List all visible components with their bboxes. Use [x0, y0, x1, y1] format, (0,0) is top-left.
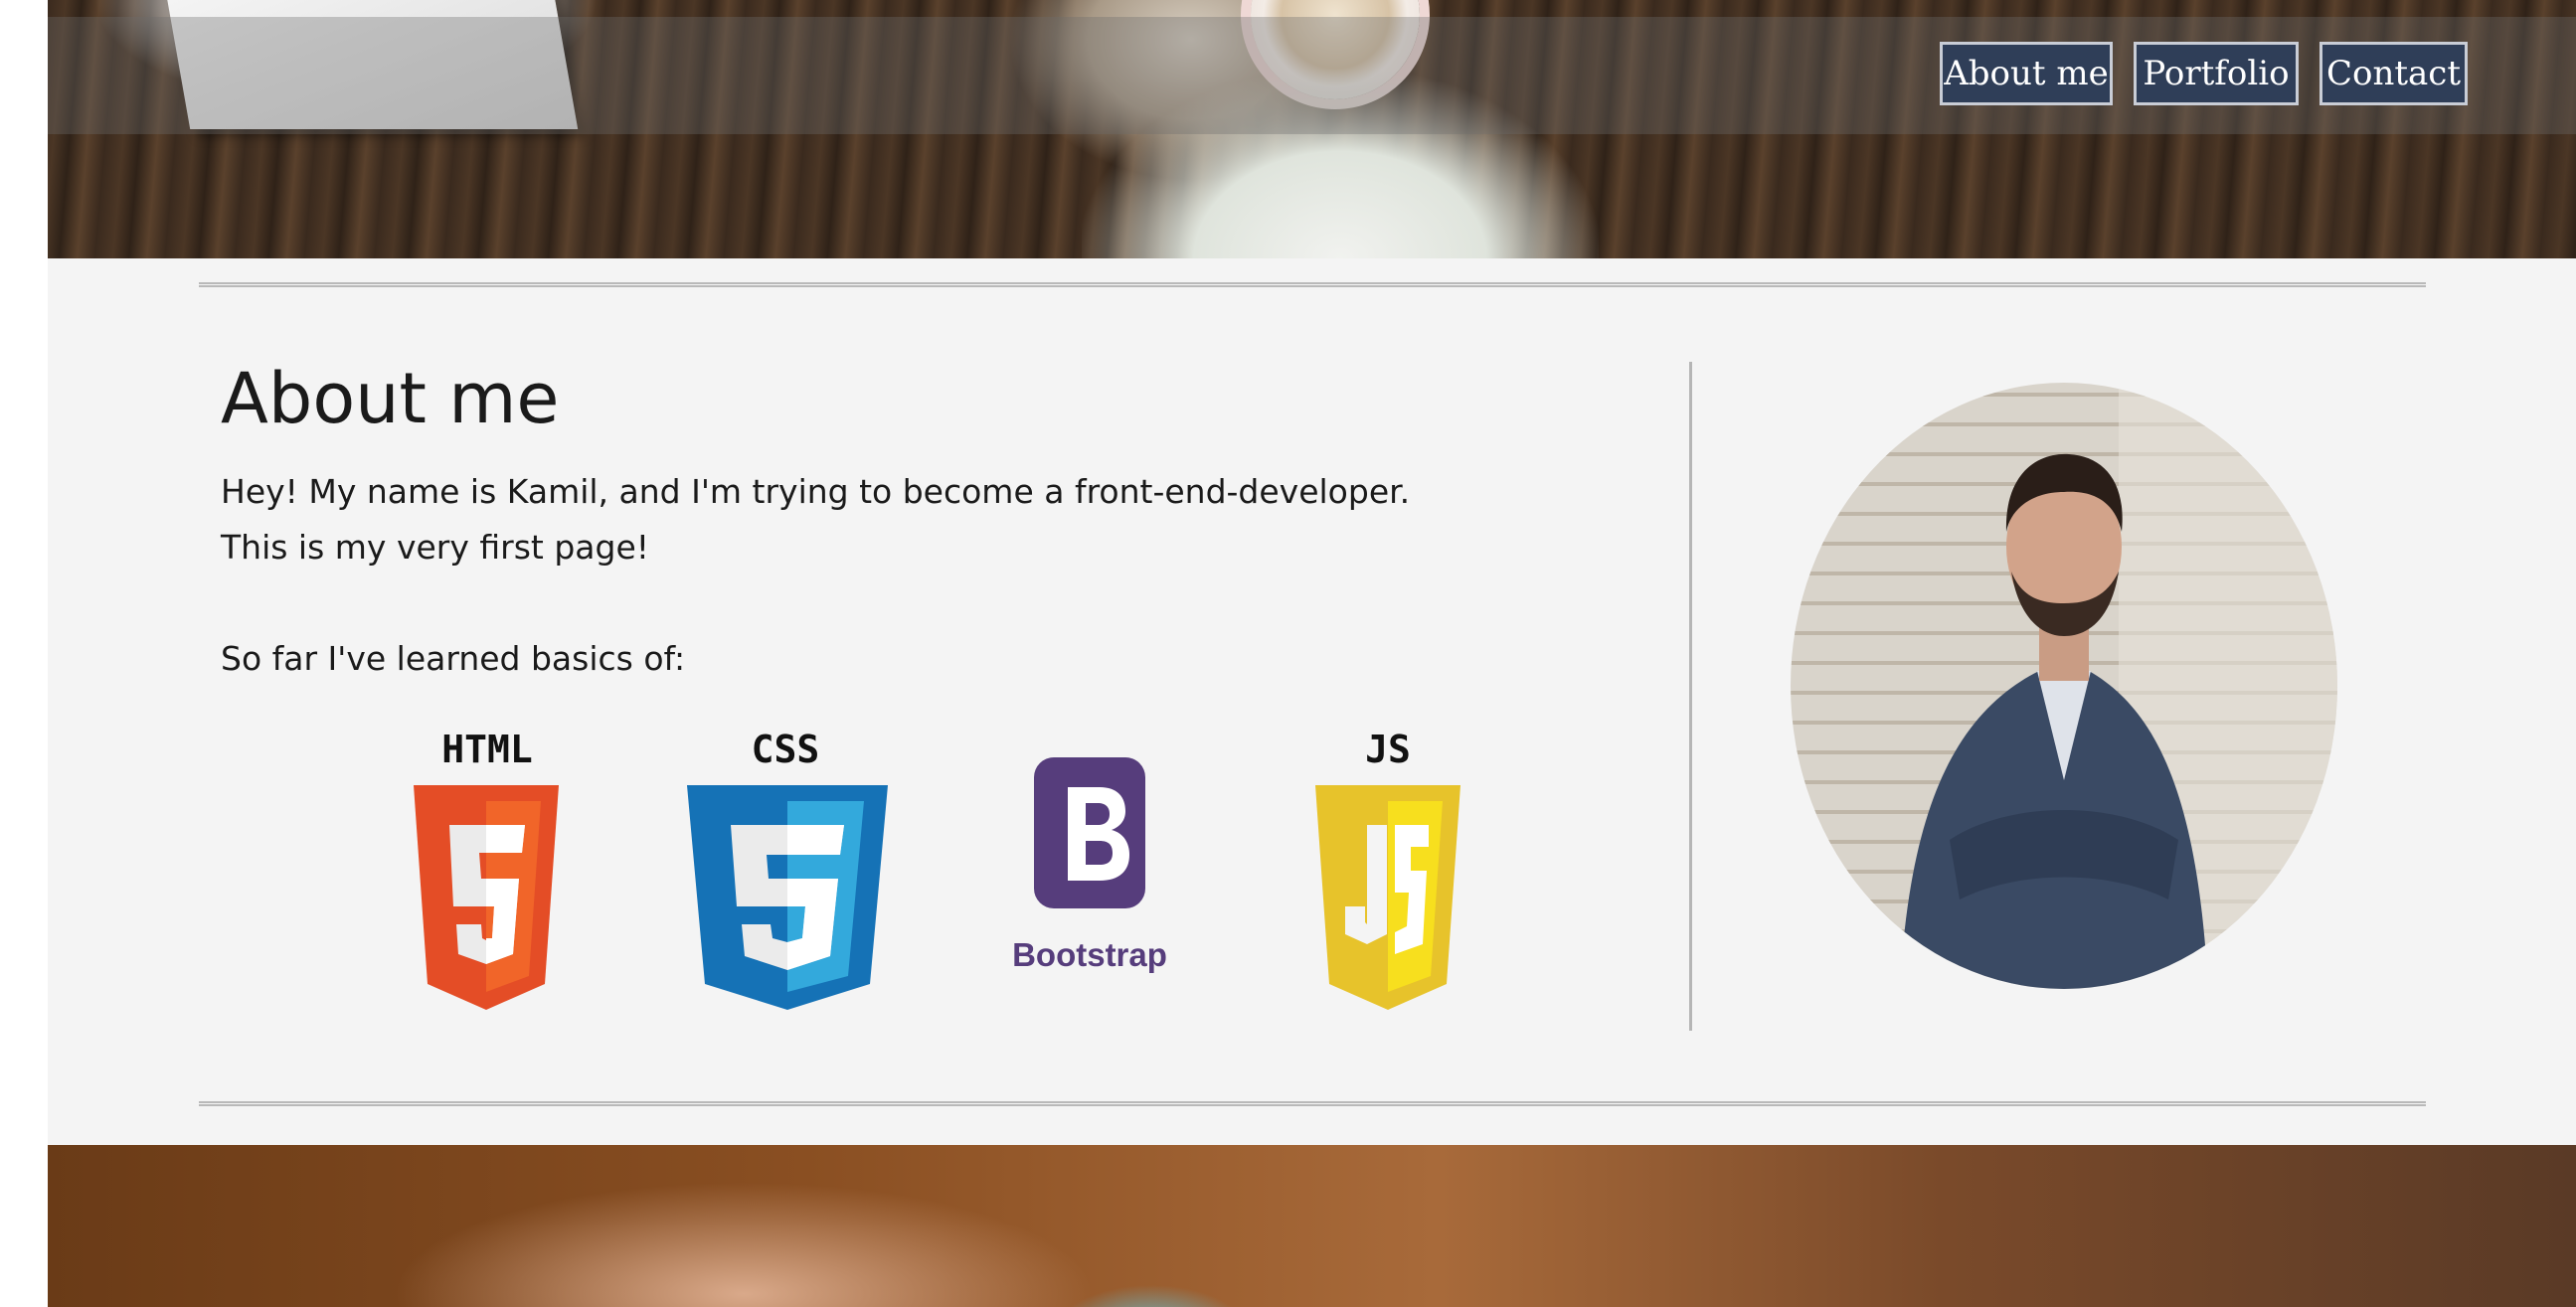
- top-divider: [199, 282, 2426, 287]
- intro-text-line-1: Hey! My name is Kamil, and I'm trying to…: [221, 472, 1411, 511]
- intro-text-line-2: This is my very first page!: [221, 528, 649, 567]
- page-title: About me: [221, 358, 560, 439]
- nav-contact-button[interactable]: Contact: [2319, 42, 2468, 105]
- css-logo-label: CSS: [751, 728, 820, 771]
- js-logo-label: JS: [1365, 728, 1411, 771]
- profile-photo: [1791, 383, 2337, 989]
- html5-shield-icon: [414, 785, 559, 1010]
- skills-intro-text: So far I've learned basics of:: [221, 639, 686, 678]
- nav-portfolio-button[interactable]: Portfolio: [2134, 42, 2299, 105]
- bootstrap-logo-label: Bootstrap: [1012, 936, 1167, 973]
- css3-shield-icon: [687, 785, 888, 1010]
- bottom-banner-image: [48, 1145, 2576, 1307]
- vertical-divider: [1689, 362, 1692, 1031]
- nav-about-me-button[interactable]: About me: [1940, 42, 2113, 105]
- bottom-divider: [199, 1101, 2426, 1106]
- js-shield-icon: [1315, 785, 1460, 1010]
- person-photo-illustration: [1900, 383, 2337, 989]
- html-logo-label: HTML: [441, 728, 533, 771]
- bootstrap-logo-icon: [1034, 757, 1145, 908]
